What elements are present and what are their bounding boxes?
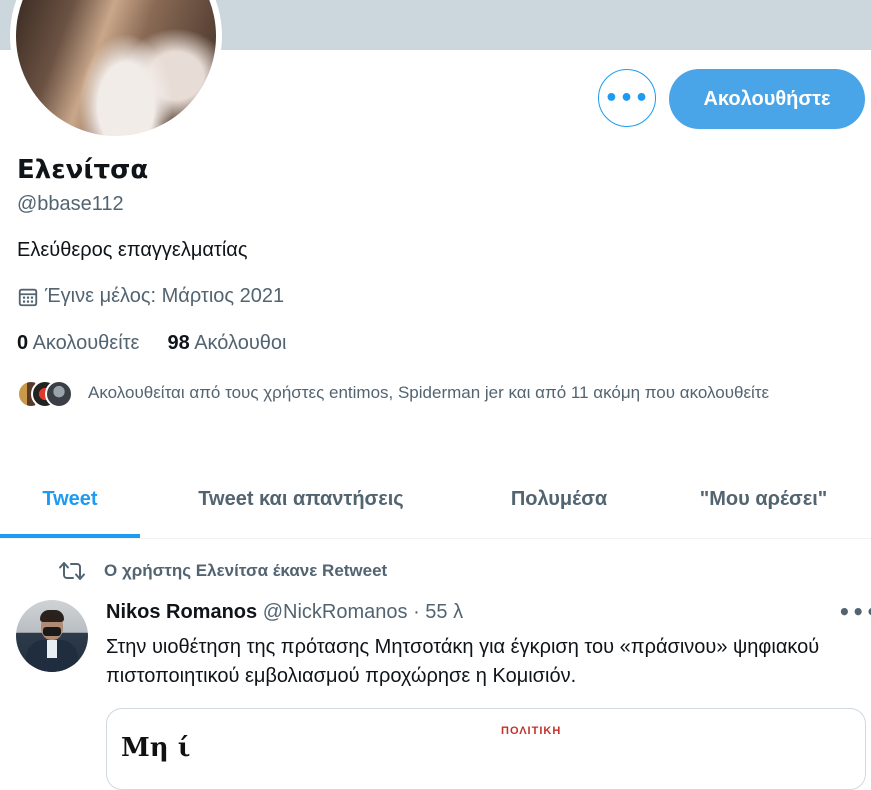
profile-joined: Έγινε μέλος: Μάρτιος 2021 xyxy=(17,285,284,308)
tweet-time[interactable]: · 55 λ xyxy=(413,601,463,623)
followed-by-avatars xyxy=(17,380,77,408)
tweet-author-name[interactable]: Nikos Romanos xyxy=(106,601,257,623)
follow-counts: 0 Ακολουθείτε 98 Ακόλουθοι xyxy=(17,332,286,355)
profile-tabs: Tweet Tweet και απαντήσεις Πολυμέσα "Μου… xyxy=(0,460,871,539)
followed-by-text: Ακολουθείται από τους χρήστες entimos, S… xyxy=(88,383,770,402)
tweet-link-card[interactable]: Μη ί ΠΟΛΙΤΙΚΗ xyxy=(106,708,866,790)
card-image-text: Μη ί xyxy=(121,733,191,763)
tweet-header: Nikos Romanos @NickRomanos · 55 λ xyxy=(106,601,463,624)
joined-date: Έγινε μέλος: Μάρτιος 2021 xyxy=(45,285,285,307)
retweet-context[interactable]: Ο χρήστης Ελενίτσα έκανε Retweet xyxy=(58,560,387,582)
card-section-label: ΠΟΛΙΤΙΚΗ xyxy=(501,725,562,737)
tab-likes[interactable]: "Μου αρέσει" xyxy=(656,460,871,538)
more-options-button[interactable]: ••• xyxy=(598,69,656,127)
retweet-icon xyxy=(59,562,85,580)
following-link[interactable]: 0 Ακολουθείτε xyxy=(17,332,139,354)
more-horizontal-icon: ••• xyxy=(604,85,650,111)
tweet-text: Στην υιοθέτηση της πρότασης Μητσοτάκη γι… xyxy=(106,636,820,687)
tab-tweets[interactable]: Tweet xyxy=(0,460,140,538)
profile-avatar[interactable] xyxy=(10,0,222,142)
profile-avatar-image xyxy=(16,0,216,136)
tweet-more-icon[interactable]: ••• xyxy=(838,600,871,624)
tweet-author-handle[interactable]: @NickRomanos xyxy=(263,601,408,623)
profile-handle: @bbase112 xyxy=(17,193,124,215)
followers-count: 98 xyxy=(167,332,190,354)
following-count: 0 xyxy=(17,332,29,354)
followers-label: Ακόλουθοι xyxy=(194,332,287,354)
followers-link[interactable]: 98 Ακόλουθοι xyxy=(167,332,286,354)
tweet-author-avatar[interactable] xyxy=(16,600,88,672)
follow-button[interactable]: Ακολουθήστε xyxy=(669,69,865,129)
tab-tweets-and-replies[interactable]: Tweet και απαντήσεις xyxy=(140,460,462,538)
follower-avatar xyxy=(45,380,73,408)
retweet-note: Ο χρήστης Ελενίτσα έκανε Retweet xyxy=(104,561,388,580)
profile-bio: Ελεύθερος επαγγελματίας xyxy=(17,239,248,261)
calendar-icon xyxy=(18,288,38,306)
active-tab-indicator xyxy=(0,534,140,538)
tab-media[interactable]: Πολυμέσα xyxy=(462,460,656,538)
profile-name: Ελενίτσα xyxy=(17,155,149,185)
following-label: Ακολουθείτε xyxy=(32,332,140,354)
